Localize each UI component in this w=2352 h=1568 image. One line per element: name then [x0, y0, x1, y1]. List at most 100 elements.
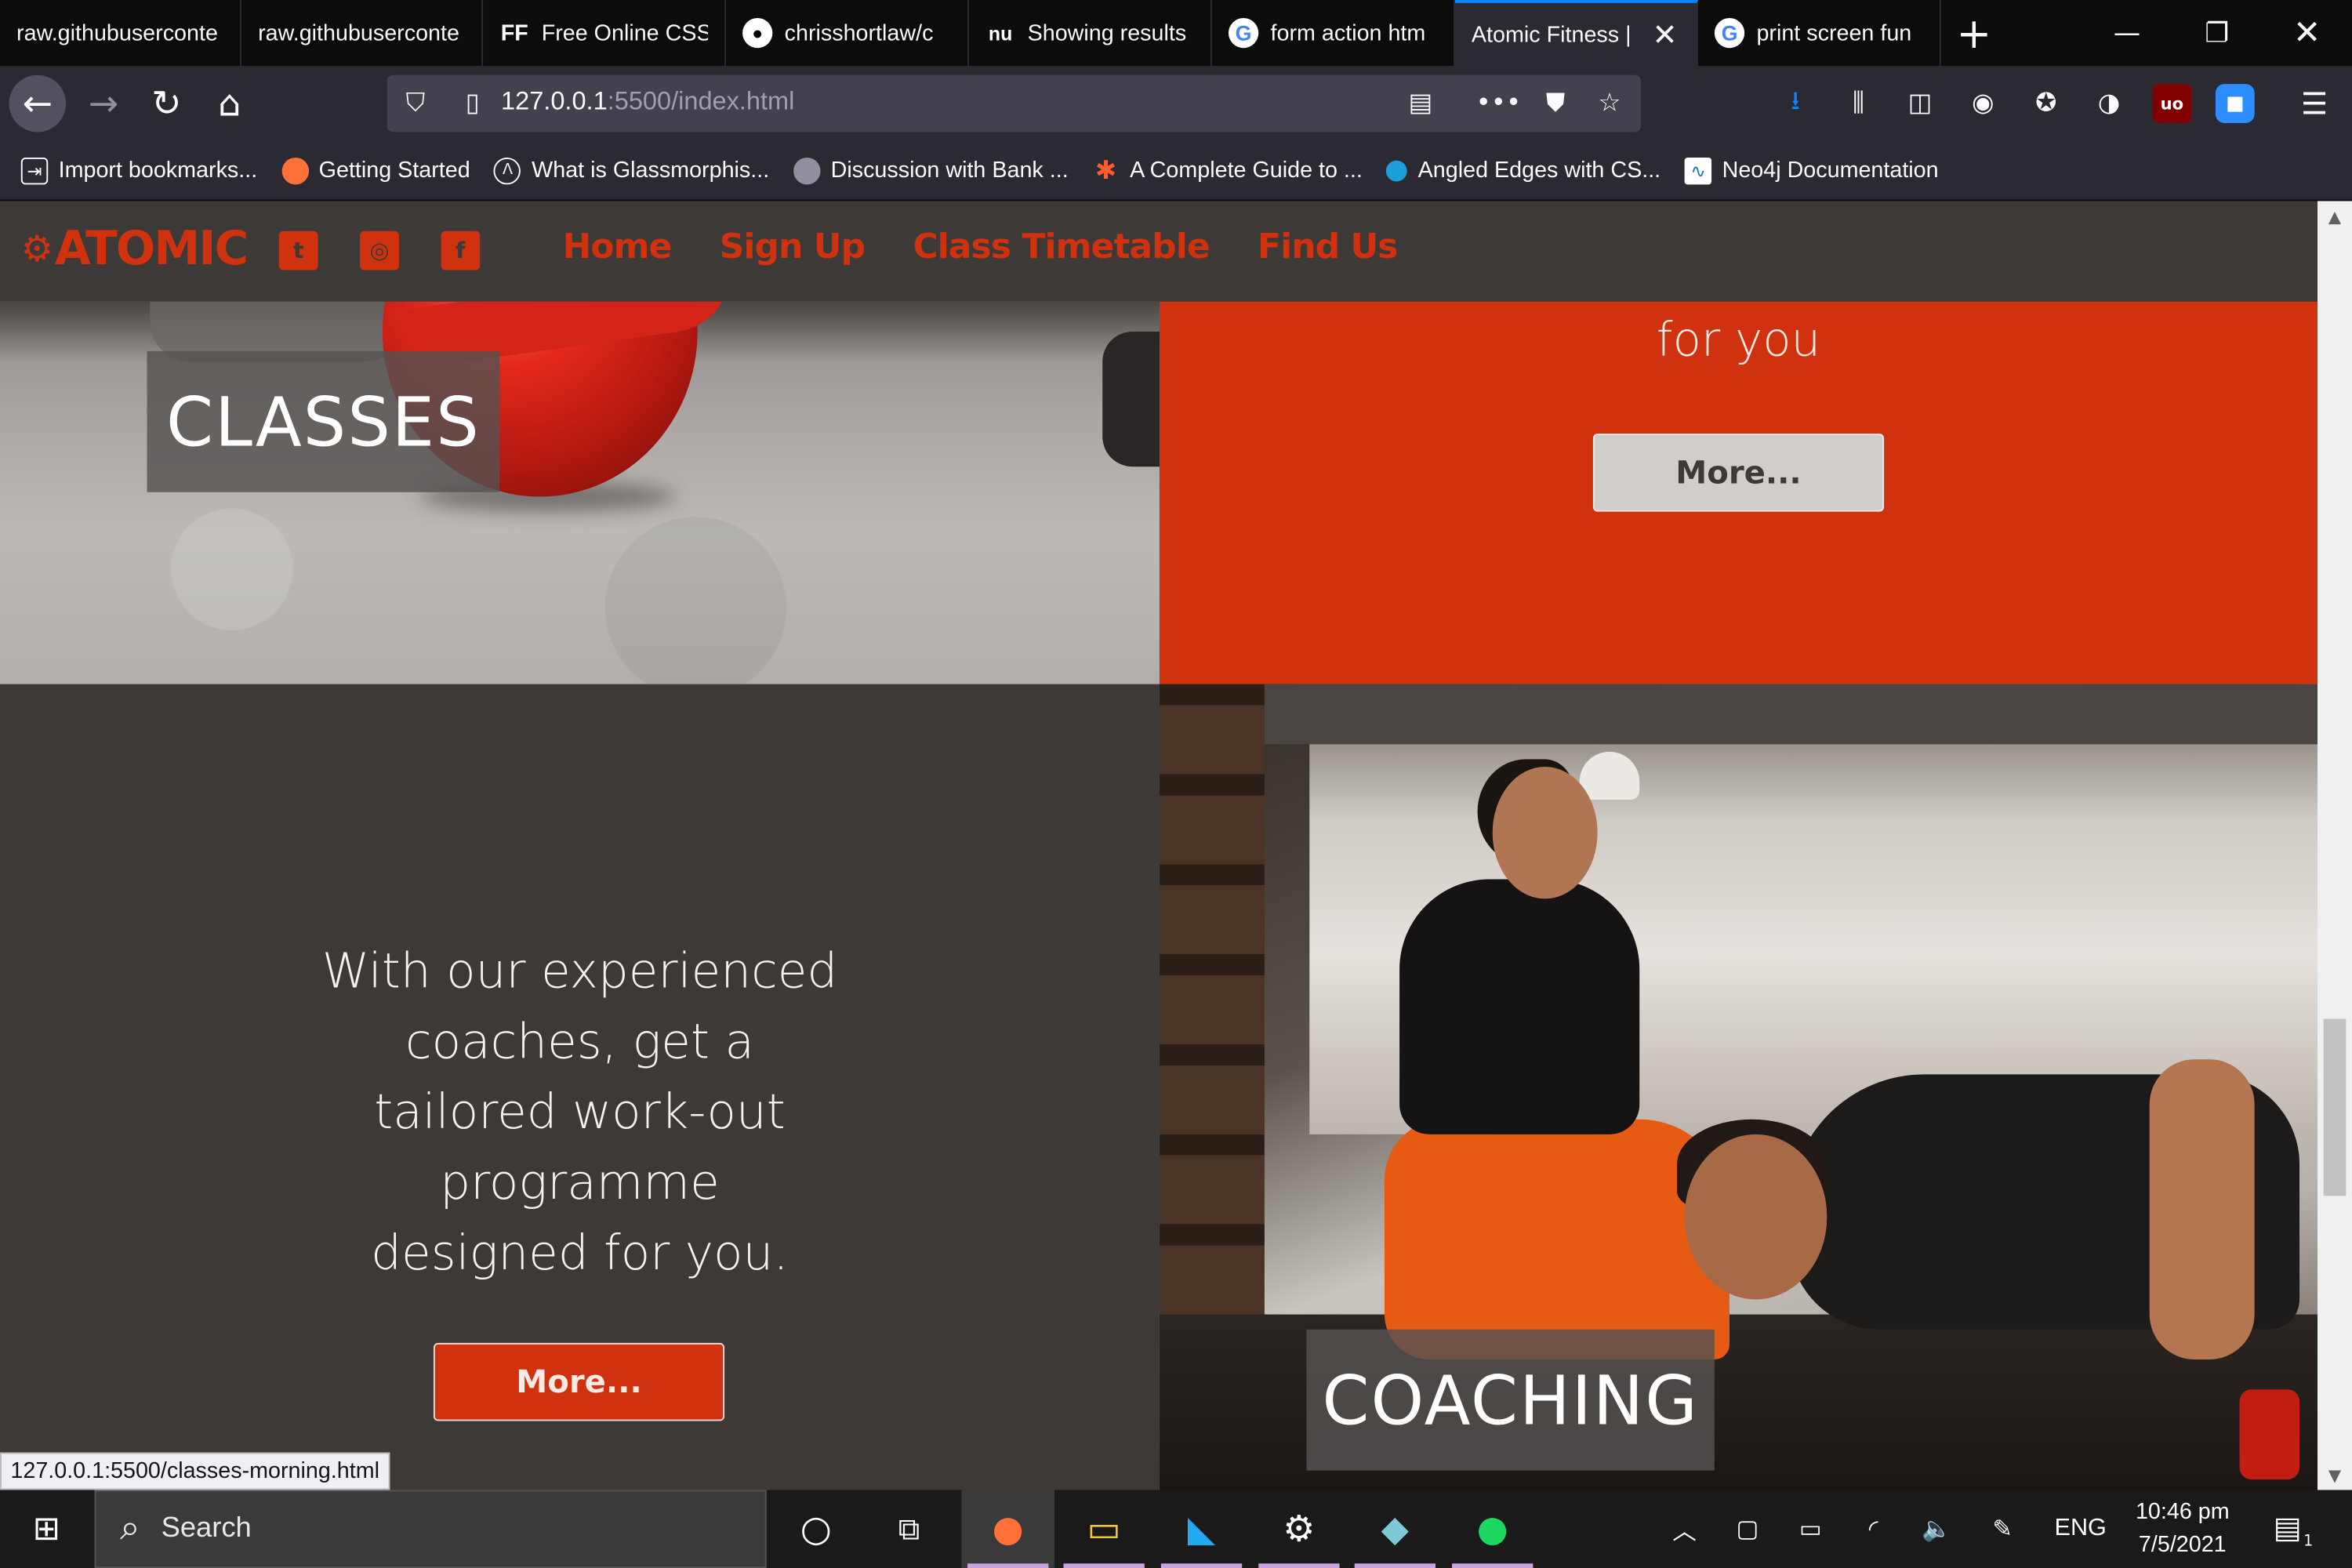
extension-eye-icon[interactable]: ◑ [2089, 84, 2129, 123]
reload-button[interactable]: ↻ [138, 75, 195, 132]
status-url: 127.0.0.1:5500/classes-morning.html [0, 1452, 390, 1490]
scroll-down-icon[interactable]: ▼ [2318, 1460, 2352, 1490]
bookmark-glassmorphism[interactable]: ᐱ What is Glassmorphis... [494, 157, 769, 184]
coaching-label[interactable]: COACHING [1306, 1329, 1715, 1471]
taskbar-search[interactable]: ⌕ Search [94, 1490, 767, 1568]
classes-label[interactable]: CLASSES [147, 350, 500, 492]
volume-icon[interactable]: 🔈 [1914, 1490, 1958, 1568]
more-actions-icon[interactable]: ••• [1476, 84, 1522, 123]
bookmarks-bar: ⇥ Import bookmarks... Getting Started ᐱ … [0, 140, 2352, 201]
clock-date: 7/5/2021 [2138, 1532, 2227, 1558]
windows-start-icon[interactable]: ⊞ [0, 1490, 93, 1568]
tab-form-action[interactable]: G form action htm [1212, 0, 1455, 67]
close-window-icon[interactable]: ✕ [2262, 0, 2352, 66]
coaching-line: With our experienced [321, 942, 838, 1000]
new-tab-button[interactable]: + [1941, 0, 2007, 66]
menu-icon[interactable]: ☰ [2295, 84, 2334, 123]
classes-more-button[interactable]: More... [1592, 434, 1885, 512]
language-indicator[interactable]: ENG [2049, 1490, 2112, 1568]
bookmark-neo4j[interactable]: ∿ Neo4j Documentation [1684, 157, 1939, 184]
bookmark-label: Angled Edges with CS... [1417, 157, 1661, 183]
zoom-icon[interactable]: ■ [2215, 84, 2255, 123]
firefox-taskbar-icon[interactable]: ● [961, 1490, 1055, 1568]
minimize-icon[interactable]: — [2082, 0, 2172, 66]
shield-icon[interactable]: ⛉ [396, 84, 435, 123]
instagram-icon[interactable]: ◎ [360, 230, 399, 270]
coaching-line: programme [440, 1153, 720, 1211]
tab-atomic-fitness[interactable]: Atomic Fitness | ✕ [1454, 0, 1698, 67]
tab-title: print screen fun [1756, 20, 1912, 46]
cortana-icon[interactable]: ○ [770, 1490, 863, 1568]
gym-ceiling [1249, 684, 2318, 745]
spotify-icon[interactable]: ● [1446, 1490, 1539, 1568]
navigation-toolbar: ← → ↻ ⌂ ⛉ ▯ 127.0.0.1:5500/index.html ▤ … [0, 66, 2352, 141]
vscode-icon[interactable]: ◣ [1155, 1490, 1248, 1568]
page-scrollbar[interactable]: ▲ ▼ [2318, 201, 2352, 1490]
tab-print-screen[interactable]: G print screen fun [1698, 0, 1941, 67]
scroll-up-icon[interactable]: ▲ [2318, 201, 2352, 230]
pocket-icon[interactable]: ⛊ [1536, 84, 1575, 123]
forward-button[interactable]: → [75, 75, 132, 132]
tab-raw-github-1[interactable]: raw.githubuserconte [0, 0, 242, 67]
gear-logo-icon: ⚙ [20, 227, 53, 270]
scroll-thumb[interactable] [2323, 1018, 2347, 1196]
pushup-handle-image [2239, 1389, 2300, 1480]
notes-app-icon[interactable]: ◆ [1348, 1490, 1442, 1568]
ublock-icon[interactable]: uo [2152, 84, 2192, 123]
url-bar[interactable]: ⛉ ▯ 127.0.0.1:5500/index.html ▤ ••• ⛊ ☆ [387, 74, 1642, 132]
bookmark-complete-guide[interactable]: ✱ A Complete Guide to ... [1092, 155, 1363, 183]
meet-now-icon[interactable]: ▢ [1725, 1490, 1769, 1568]
account-icon[interactable]: ◉ [1963, 84, 2002, 123]
home-button[interactable]: ⌂ [201, 75, 258, 132]
google-icon: G [1714, 17, 1745, 49]
file-explorer-icon[interactable]: ▭ [1058, 1490, 1151, 1568]
logo-text: ATOMIC [54, 222, 249, 277]
pen-icon[interactable]: ✎ [1980, 1490, 2025, 1568]
coaching-line: tailored work-out [374, 1083, 786, 1141]
battery-icon[interactable]: ▭ [1788, 1490, 1833, 1568]
nav-home[interactable]: Home [562, 228, 672, 267]
show-hidden-icons-icon[interactable]: ︿ [1662, 1490, 1707, 1568]
nav-class-timetable[interactable]: Class Timetable [913, 228, 1210, 267]
bookmark-getting-started[interactable]: Getting Started [281, 157, 470, 184]
settings-gear-icon[interactable]: ⚙ [1253, 1490, 1346, 1568]
task-view-icon[interactable]: ⧉ [862, 1490, 956, 1568]
orange-panel-text: for you [1656, 314, 1821, 368]
classes-image-panel[interactable]: CLASSES [0, 301, 1160, 684]
url-text[interactable]: 127.0.0.1:5500/index.html [501, 87, 794, 117]
tab-showing-results[interactable]: nu Showing results [969, 0, 1212, 67]
twitter-icon[interactable]: t [278, 230, 318, 270]
reader-view-icon[interactable]: ▤ [1401, 84, 1440, 123]
extension-icon[interactable]: ✪ [2027, 84, 2066, 123]
coaching-image-panel[interactable]: COACHING [1159, 684, 2318, 1490]
bookmark-import[interactable]: ⇥ Import bookmarks... [20, 157, 257, 184]
facebook-icon[interactable]: f [441, 230, 481, 270]
site-header: ⚙ ATOMIC t ◎ f Home Sign Up Class Timeta… [0, 201, 2318, 302]
nav-find-us[interactable]: Find Us [1258, 228, 1398, 267]
taskbar-clock[interactable]: 10:46 pm 7/5/2021 [2115, 1496, 2250, 1562]
restore-icon[interactable]: ❐ [2172, 0, 2262, 66]
coaching-more-button[interactable]: More... [433, 1342, 725, 1421]
bookmark-label: Neo4j Documentation [1722, 157, 1939, 183]
download-icon[interactable]: ⭳ [1776, 84, 1815, 123]
windows-taskbar: ⊞ ⌕ Search ○ ⧉ ● ▭ ◣ ⚙ ◆ ● ︿ ▢ ▭ ◜ 🔈 ✎ E… [0, 1490, 2352, 1568]
orange-info-panel: for you More... [1159, 301, 2318, 684]
tab-raw-github-2[interactable]: raw.githubuserconte [241, 0, 484, 67]
coaching-line: coaches, get a [405, 1012, 754, 1070]
site-logo[interactable]: ⚙ ATOMIC [20, 222, 249, 277]
coach-figure [1399, 879, 1640, 1134]
notification-icon[interactable]: ▤ 1 [2265, 1505, 2314, 1550]
sidebar-icon[interactable]: ◫ [1900, 84, 1940, 123]
wifi-icon[interactable]: ◜ [1851, 1490, 1896, 1568]
bookmark-angled-edges[interactable]: Angled Edges with CS... [1386, 158, 1661, 183]
tab-github[interactable]: ● chrisshortlaw/c [726, 0, 969, 67]
bookmark-discussion[interactable]: Discussion with Bank ... [793, 157, 1069, 184]
tab-free-online-css[interactable]: FF Free Online CSS [483, 0, 727, 67]
tab-title: chrisshortlaw/c [784, 20, 934, 46]
close-tab-icon[interactable]: ✕ [1652, 16, 1677, 53]
bookmark-star-icon[interactable]: ☆ [1590, 84, 1629, 123]
page-icon: ▯ [465, 88, 480, 119]
nav-sign-up[interactable]: Sign Up [720, 228, 866, 267]
back-button[interactable]: ← [9, 74, 67, 132]
library-icon[interactable]: ⫼ [1839, 84, 1878, 123]
